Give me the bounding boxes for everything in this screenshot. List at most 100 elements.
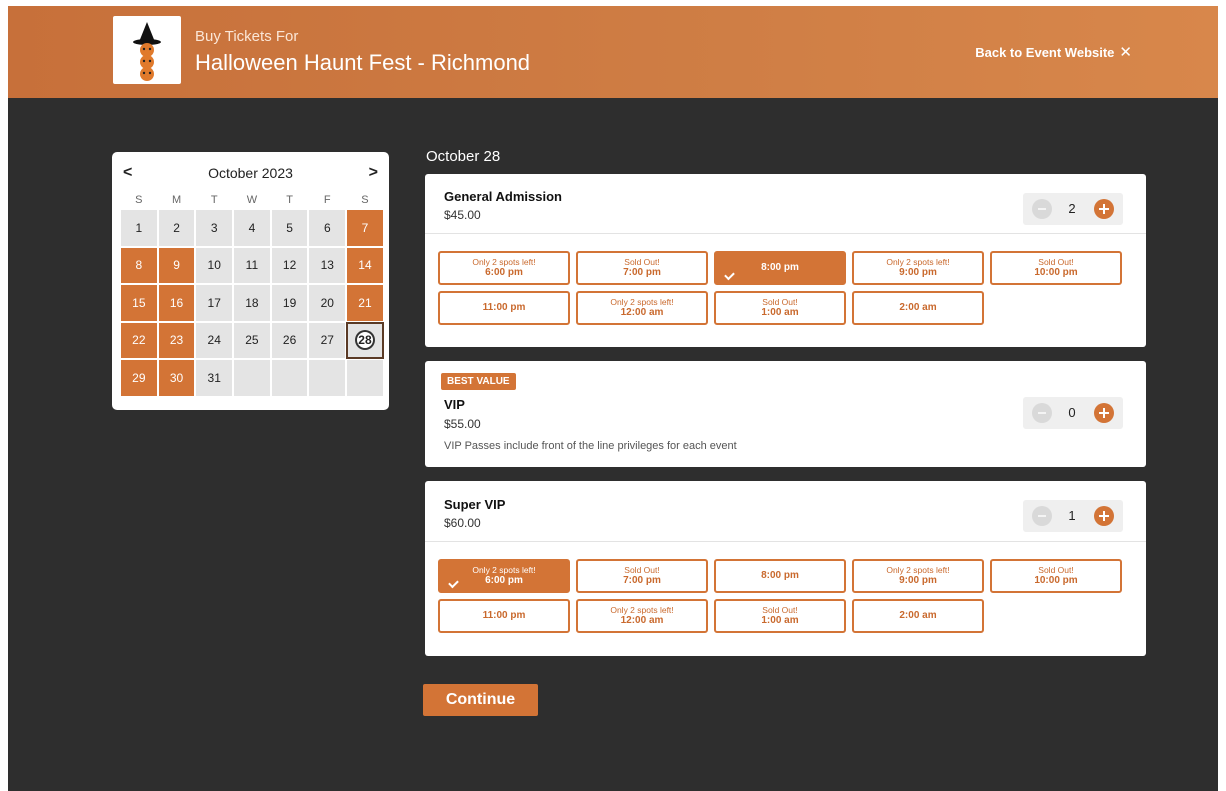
weekday-label: W bbox=[246, 194, 258, 206]
time-slot-button[interactable]: Only 2 spots left! 9:00 pm bbox=[852, 559, 984, 593]
time-slot-button[interactable]: Sold Out! 1:00 am bbox=[714, 291, 846, 325]
calendar-day-26[interactable]: 26 bbox=[270, 321, 309, 359]
calendar-day-6[interactable]: 6 bbox=[308, 209, 347, 247]
calendar-day-16[interactable]: 16 bbox=[157, 284, 196, 322]
time-slot-button[interactable]: Only 2 spots left! 9:00 pm bbox=[852, 251, 984, 285]
time-slot-button[interactable]: 8:00 pm bbox=[714, 559, 846, 593]
event-logo bbox=[113, 16, 181, 84]
best-value-badge: BEST VALUE bbox=[441, 373, 516, 390]
calendar-day-20[interactable]: 20 bbox=[308, 284, 347, 322]
ticket-name: VIP bbox=[444, 397, 465, 412]
calendar-day-30[interactable]: 30 bbox=[157, 359, 196, 397]
calendar-day-15[interactable]: 15 bbox=[120, 284, 158, 322]
slot-availability-note: Only 2 spots left! bbox=[610, 605, 674, 615]
slot-time: 11:00 pm bbox=[482, 610, 526, 621]
slot-time: 11:00 pm bbox=[482, 302, 526, 313]
header-kicker: Buy Tickets For bbox=[195, 28, 299, 45]
decrease-quantity-button[interactable] bbox=[1032, 199, 1052, 219]
slot-availability-note: Sold Out! bbox=[624, 257, 660, 267]
time-slot-button[interactable]: Only 2 spots left! 6:00 pm bbox=[438, 559, 570, 593]
time-slot-button[interactable]: Sold Out! 10:00 pm bbox=[990, 559, 1122, 593]
time-slot-button[interactable]: Only 2 spots left! 12:00 am bbox=[576, 291, 708, 325]
calendar-day-31[interactable]: 31 bbox=[195, 359, 234, 397]
slot-availability-note: Only 2 spots left! bbox=[472, 565, 536, 575]
weekday-label: S bbox=[361, 194, 369, 206]
calendar-day-17[interactable]: 17 bbox=[195, 284, 234, 322]
date-picker-calendar: < October 2023 > SMTWTFS 1 2 3 4 5 6 7 8 9 10 11 12… bbox=[112, 152, 389, 410]
calendar-day-19[interactable]: 19 bbox=[270, 284, 309, 322]
quantity-value: 1 bbox=[1068, 508, 1076, 523]
calendar-day-5[interactable]: 5 bbox=[270, 209, 309, 247]
time-slot-button[interactable]: Sold Out! 10:00 pm bbox=[990, 251, 1122, 285]
witch-pumpkin-logo-icon bbox=[133, 22, 161, 81]
increase-quantity-button[interactable] bbox=[1094, 506, 1114, 526]
slot-time: 7:00 pm bbox=[623, 267, 661, 278]
time-slot-button[interactable]: Only 2 spots left! 6:00 pm bbox=[438, 251, 570, 285]
calendar-day-21[interactable]: 21 bbox=[346, 284, 384, 322]
calendar-day-12[interactable]: 12 bbox=[270, 246, 309, 284]
quantity-stepper: 0 bbox=[1023, 397, 1123, 429]
calendar-day-11[interactable]: 11 bbox=[233, 246, 271, 284]
slot-time: 9:00 pm bbox=[899, 575, 937, 586]
ticket-card-super-vip: Super VIP $60.00 1 Only 2 spots left! 6:0… bbox=[425, 481, 1146, 656]
increase-quantity-button[interactable] bbox=[1094, 199, 1114, 219]
calendar-day-9[interactable]: 9 bbox=[157, 246, 196, 284]
time-slot-button[interactable]: 8:00 pm bbox=[714, 251, 846, 285]
card-divider bbox=[425, 541, 1146, 542]
calendar-day-24[interactable]: 24 bbox=[195, 321, 234, 359]
checkmark-icon bbox=[448, 577, 459, 589]
calendar-day-13[interactable]: 13 bbox=[308, 246, 347, 284]
time-slot-button[interactable]: Sold Out! 7:00 pm bbox=[576, 559, 708, 593]
decrease-quantity-button[interactable] bbox=[1032, 506, 1052, 526]
time-slot-button[interactable]: 2:00 am bbox=[852, 599, 984, 633]
time-slot-button[interactable]: 2:00 am bbox=[852, 291, 984, 325]
slot-time: 6:00 pm bbox=[485, 267, 523, 278]
close-icon: ✕ bbox=[1119, 44, 1132, 61]
time-slot-button[interactable]: 11:00 pm bbox=[438, 291, 570, 325]
slot-time: 8:00 pm bbox=[761, 570, 799, 581]
slot-availability-note: Only 2 spots left! bbox=[886, 565, 950, 575]
decrease-quantity-button[interactable] bbox=[1032, 403, 1052, 423]
time-slot-button[interactable]: 11:00 pm bbox=[438, 599, 570, 633]
calendar-day-28[interactable]: 28 bbox=[346, 321, 384, 359]
calendar-day-7[interactable]: 7 bbox=[346, 209, 384, 247]
calendar-month-label: October 2023 bbox=[208, 165, 293, 181]
calendar-day-10[interactable]: 10 bbox=[195, 246, 234, 284]
continue-button[interactable]: Continue bbox=[423, 684, 538, 716]
calendar-day-22[interactable]: 22 bbox=[120, 321, 158, 359]
ticket-price: $60.00 bbox=[444, 516, 481, 530]
calendar-day-empty bbox=[233, 359, 271, 397]
calendar-day-14[interactable]: 14 bbox=[346, 246, 384, 284]
slot-time: 10:00 pm bbox=[1034, 267, 1078, 278]
ticket-name: Super VIP bbox=[444, 497, 506, 512]
slot-time: 1:00 am bbox=[761, 615, 799, 626]
selected-date-heading: October 28 bbox=[426, 148, 501, 165]
weekday-header-row: SMTWTFS bbox=[120, 194, 384, 206]
calendar-day-3[interactable]: 3 bbox=[195, 209, 234, 247]
quantity-stepper: 1 bbox=[1023, 500, 1123, 532]
calendar-day-8[interactable]: 8 bbox=[120, 246, 158, 284]
slot-availability-note: Sold Out! bbox=[762, 605, 798, 615]
checkmark-icon bbox=[724, 269, 735, 281]
time-slot-button[interactable]: Sold Out! 1:00 am bbox=[714, 599, 846, 633]
back-to-event-link[interactable]: Back to Event Website ✕ bbox=[975, 43, 1132, 61]
weekday-label: M bbox=[171, 194, 182, 206]
calendar-day-29[interactable]: 29 bbox=[120, 359, 158, 397]
calendar-day-1[interactable]: 1 bbox=[120, 209, 158, 247]
weekday-label: F bbox=[323, 194, 331, 206]
calendar-day-23[interactable]: 23 bbox=[157, 321, 196, 359]
calendar-day-27[interactable]: 27 bbox=[308, 321, 347, 359]
slot-availability-note: Only 2 spots left! bbox=[610, 297, 674, 307]
time-slot-button[interactable]: Sold Out! 7:00 pm bbox=[576, 251, 708, 285]
time-slot-button[interactable]: Only 2 spots left! 12:00 am bbox=[576, 599, 708, 633]
calendar-day-18[interactable]: 18 bbox=[233, 284, 271, 322]
chevron-right-icon[interactable]: > bbox=[369, 164, 378, 182]
increase-quantity-button[interactable] bbox=[1094, 403, 1114, 423]
calendar-day-2[interactable]: 2 bbox=[157, 209, 196, 247]
calendar-day-4[interactable]: 4 bbox=[233, 209, 271, 247]
slot-availability-note: Sold Out! bbox=[624, 565, 660, 575]
calendar-day-empty bbox=[308, 359, 347, 397]
time-slot-grid: Only 2 spots left! 6:00 pm Sold Out! 7:00 p… bbox=[438, 251, 1128, 325]
slot-time: 1:00 am bbox=[761, 307, 799, 318]
calendar-day-25[interactable]: 25 bbox=[233, 321, 271, 359]
